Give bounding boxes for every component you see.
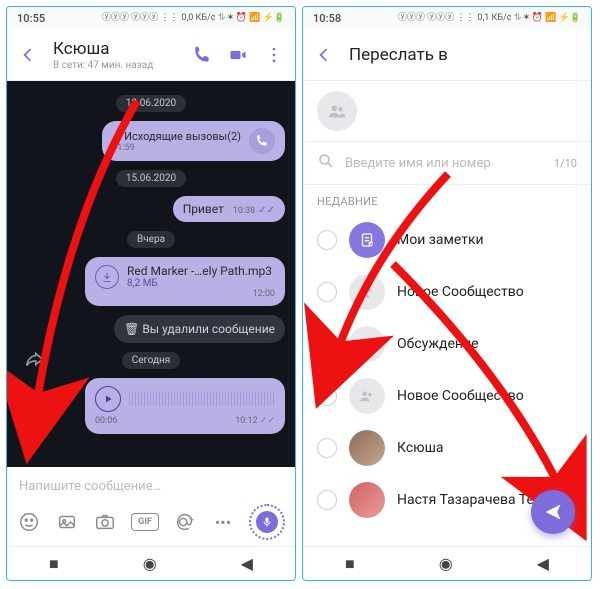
search-icon bbox=[317, 152, 335, 174]
avatar bbox=[349, 482, 385, 518]
call-bubble[interactable]: ↗ Исходящие вызовы(2) 11:59 bbox=[102, 121, 285, 161]
nav-back-icon[interactable]: ◀ bbox=[537, 554, 549, 573]
call-icon[interactable] bbox=[191, 44, 213, 66]
chat-subtitle: В сети: 47 мин. назад bbox=[53, 60, 177, 71]
trash-icon: 🗑 bbox=[124, 322, 142, 336]
gif-icon[interactable]: GIF bbox=[131, 513, 159, 531]
group-icon bbox=[349, 378, 385, 414]
send-button[interactable] bbox=[531, 490, 575, 534]
chat-appbar: Ксюша В сети: 47 мин. назад bbox=[7, 29, 295, 81]
group-icon bbox=[349, 326, 385, 362]
list-item[interactable]: Мои заметки bbox=[303, 214, 591, 266]
mention-icon[interactable] bbox=[173, 510, 197, 534]
radio[interactable] bbox=[317, 438, 337, 458]
mic-button[interactable] bbox=[249, 504, 285, 540]
composer: Напишите сообщение… GIF ••• bbox=[7, 467, 295, 546]
selection-count: 1/10 bbox=[554, 157, 577, 170]
gallery-icon[interactable] bbox=[55, 510, 79, 534]
status-icons: ⓨⓨⓨ ⓨⓨⓨ ⋮⋮ 0,1 КБ/с ⥮ ✶ ⏰ 📶 ⚡🔋 bbox=[398, 14, 581, 23]
waveform[interactable] bbox=[129, 392, 275, 406]
list-item[interactable]: Обсуждение bbox=[303, 318, 591, 370]
date-chip: 15.06.2020 bbox=[116, 170, 186, 187]
download-icon[interactable] bbox=[95, 265, 119, 289]
chat-title[interactable]: Ксюша bbox=[53, 39, 177, 59]
radio[interactable] bbox=[317, 386, 337, 406]
message-bubble[interactable]: Привет 10:38 ✓✓ bbox=[173, 196, 285, 222]
chat-screen: 10:55 ⓨⓨⓨ ⓨⓨⓨ ⋮⋮ 0,0 КБ/с ⥮ ✶ ⏰ 📶 ⚡🔋 Ксю… bbox=[6, 6, 296, 581]
selection-row bbox=[303, 81, 591, 142]
chat-area[interactable]: 12.06.2020 ↗ Исходящие вызовы(2) 11:59 1… bbox=[7, 81, 295, 467]
play-icon[interactable] bbox=[95, 386, 121, 412]
compose-input[interactable]: Напишите сообщение… bbox=[17, 475, 285, 504]
search-input[interactable]: Введите имя или номер bbox=[345, 156, 544, 171]
forward-title: Переслать в bbox=[349, 45, 448, 65]
menu-icon[interactable] bbox=[263, 44, 285, 66]
radio[interactable] bbox=[317, 282, 337, 302]
nav-home-icon[interactable]: ◉ bbox=[439, 554, 453, 573]
nav-bar: ■ ◉ ◀ bbox=[303, 546, 591, 580]
avatar bbox=[349, 430, 385, 466]
nav-home-icon[interactable]: ◉ bbox=[143, 554, 157, 573]
camera-icon[interactable] bbox=[93, 510, 117, 534]
deleted-bubble: 🗑 Вы удалили сообщение bbox=[114, 315, 285, 343]
date-chip: Сегодня bbox=[122, 352, 181, 369]
date-chip: Вчера bbox=[127, 231, 175, 248]
status-time: 10:58 bbox=[313, 12, 341, 25]
forward-screen: 10:58 ⓨⓨⓨ ⓨⓨⓨ ⋮⋮ 0,1 КБ/с ⥮ ✶ ⏰ 📶 ⚡🔋 Пер… bbox=[302, 6, 592, 581]
notes-icon bbox=[349, 222, 385, 258]
status-time: 10:55 bbox=[17, 12, 45, 25]
group-icon bbox=[349, 274, 385, 310]
voice-bubble[interactable]: 00:06 10:12 ✓✓ bbox=[85, 378, 285, 434]
status-bar: 10:55 ⓨⓨⓨ ⓨⓨⓨ ⋮⋮ 0,0 КБ/с ⥮ ✶ ⏰ 📶 ⚡🔋 bbox=[7, 7, 295, 29]
radio[interactable] bbox=[317, 490, 337, 510]
radio-selected[interactable] bbox=[317, 334, 337, 354]
back-icon[interactable] bbox=[313, 44, 335, 66]
share-icon[interactable] bbox=[23, 349, 45, 375]
date-chip: 12.06.2020 bbox=[116, 95, 186, 112]
nav-recents-icon[interactable]: ■ bbox=[345, 554, 355, 574]
search-row[interactable]: Введите имя или номер 1/10 bbox=[303, 142, 591, 185]
list-item[interactable]: Новое Сообщество bbox=[303, 266, 591, 318]
forward-appbar: Переслать в bbox=[303, 29, 591, 81]
list-item[interactable]: Ксюша bbox=[303, 422, 591, 474]
group-icon bbox=[317, 91, 357, 131]
status-bar: 10:58 ⓨⓨⓨ ⓨⓨⓨ ⋮⋮ 0,1 КБ/с ⥮ ✶ ⏰ 📶 ⚡🔋 bbox=[303, 7, 591, 29]
nav-recents-icon[interactable]: ■ bbox=[49, 554, 59, 574]
phone-icon[interactable] bbox=[249, 128, 275, 154]
section-header: НЕДАВНИЕ bbox=[303, 185, 591, 214]
radio[interactable] bbox=[317, 230, 337, 250]
list-item[interactable]: Новое Сообщество bbox=[303, 370, 591, 422]
back-icon[interactable] bbox=[17, 44, 39, 66]
more-icon[interactable]: ••• bbox=[211, 510, 235, 534]
nav-back-icon[interactable]: ◀ bbox=[241, 554, 253, 573]
sticker-icon[interactable] bbox=[17, 510, 41, 534]
video-icon[interactable] bbox=[227, 44, 249, 66]
file-bubble[interactable]: Red Marker -…ely Path.mp3 8,2 МБ 12:00 bbox=[85, 257, 285, 306]
status-icons: ⓨⓨⓨ ⓨⓨⓨ ⋮⋮ 0,0 КБ/с ⥮ ✶ ⏰ 📶 ⚡🔋 bbox=[102, 14, 285, 23]
nav-bar: ■ ◉ ◀ bbox=[7, 546, 295, 580]
